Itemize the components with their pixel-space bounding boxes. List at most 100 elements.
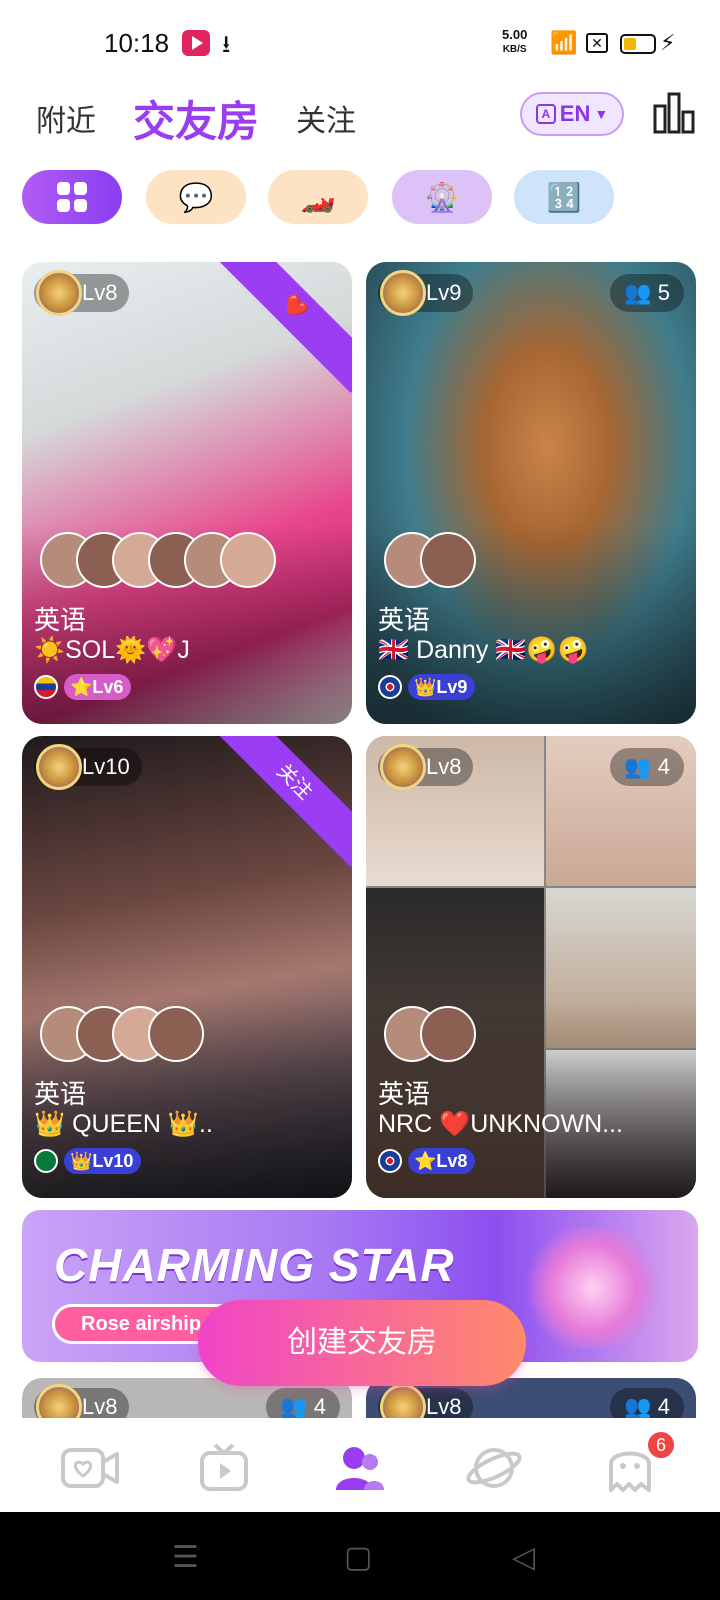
chip-racing[interactable]: 🏎️	[268, 170, 368, 224]
room-level-pill: Lv10	[34, 744, 142, 790]
tab-following[interactable]: 关注	[296, 96, 356, 140]
nav-party-rooms[interactable]	[330, 1440, 390, 1496]
host-level: ⭐Lv6	[64, 674, 132, 700]
grid-icon	[57, 182, 87, 212]
room-name: 👑 QUEEN 👑..	[34, 1110, 213, 1138]
country-flag-icon	[34, 1149, 58, 1173]
room-language: 英语	[34, 1079, 87, 1109]
banner-title: CHARMING STAR	[54, 1239, 455, 1291]
system-nav-bar: ☰ ▢ ◁	[0, 1512, 720, 1600]
avatar	[380, 1384, 426, 1418]
chip-all[interactable]	[22, 170, 122, 224]
room-level: Lv8	[426, 754, 462, 779]
room-card[interactable]: Lv9 👥 5 英语 🇬🇧 Danny 🇬🇧🤪🤪 👑Lv9	[366, 262, 696, 724]
battery-icon	[620, 34, 656, 54]
avatar	[36, 1384, 82, 1418]
video-heart-icon	[61, 1448, 119, 1488]
network-speed-value: 5.00	[502, 27, 528, 42]
room-level-pill: Lv8	[378, 744, 474, 790]
no-sim-icon: ✕	[586, 33, 608, 53]
country-flag-icon	[34, 675, 58, 699]
room-member-count: 👥 4	[266, 1388, 340, 1418]
nav-videos[interactable]	[194, 1440, 254, 1496]
tab-party-room[interactable]: 交友房	[133, 88, 259, 149]
ribbon-heart: ❤️	[209, 262, 352, 393]
heart-wings-icon: ❤️	[277, 291, 311, 325]
category-chips: 💬 🏎️ 🎡 🔢	[0, 170, 720, 226]
country-flag-icon	[378, 1149, 402, 1173]
create-room-button[interactable]: 创建交友房	[198, 1300, 526, 1386]
member-avatars	[40, 1006, 204, 1062]
avatar	[380, 270, 426, 316]
tab-nearby[interactable]: 附近	[36, 96, 96, 140]
room-member-count: 👥 4	[610, 1388, 684, 1418]
room-level: Lv8	[82, 1394, 118, 1418]
room-member-count: 👥 5	[610, 274, 684, 312]
room-level-pill: Lv8	[34, 270, 130, 316]
member-avatars	[40, 532, 276, 588]
status-time: 10:18	[104, 28, 170, 58]
language-button[interactable]: A EN ▼	[520, 92, 624, 136]
network-speed: 5.00 KB/S	[502, 27, 528, 55]
avatar	[420, 532, 476, 588]
ribbon-following: 关注	[209, 736, 352, 867]
tv-play-icon	[200, 1443, 248, 1491]
room-name: 🇬🇧 Danny 🇬🇧🤪🤪	[378, 636, 589, 664]
nav-live[interactable]	[60, 1440, 120, 1496]
member-avatars	[384, 1006, 476, 1062]
country-flag-icon	[378, 675, 402, 699]
avatar	[36, 270, 82, 316]
chip-number-game[interactable]: 🔢	[514, 170, 614, 224]
avatar	[420, 1006, 476, 1062]
room-level-pill: Lv8	[378, 1384, 474, 1418]
bottom-nav: 6	[0, 1420, 720, 1512]
translate-icon: A	[535, 104, 556, 124]
room-level: Lv9	[426, 280, 462, 305]
nav-explore[interactable]	[464, 1440, 524, 1496]
status-bar: 10:18 ⭳ 5.00 KB/S 📶 ✕ ⚡	[0, 0, 720, 90]
avatar	[380, 744, 426, 790]
host-level: ⭐Lv8	[408, 1148, 476, 1174]
top-tabs: 附近 交友房 关注 A EN ▼	[0, 86, 720, 146]
wifi-icon: 📶	[550, 30, 578, 55]
room-name: ☀️SOL🌞💖J	[34, 636, 190, 664]
room-level-pill: Lv9	[378, 270, 474, 316]
users-icon: 👥	[624, 1394, 652, 1418]
spin-wheel-icon: 🎡	[424, 181, 460, 213]
room-name: NRC ❤️UNKNOWN...	[378, 1110, 624, 1138]
network-speed-unit: KB/S	[502, 44, 527, 55]
chip-spin-wheel[interactable]: 🎡	[392, 170, 492, 224]
leaderboard-icon[interactable]	[652, 92, 696, 134]
avatar	[148, 1006, 204, 1062]
room-language: 英语	[378, 1079, 431, 1109]
chip-chat[interactable]: 💬	[146, 170, 246, 224]
host-info: ⭐Lv6	[34, 674, 132, 700]
users-icon: 👥	[624, 280, 652, 305]
airship-icon	[518, 1228, 668, 1348]
menu-icon[interactable]: ☰	[172, 1540, 199, 1575]
number-puzzle-icon: 🔢	[546, 181, 582, 213]
language-label: EN	[559, 101, 591, 126]
room-language: 英语	[378, 605, 431, 635]
home-icon[interactable]: ▢	[344, 1540, 372, 1575]
member-avatars	[384, 532, 476, 588]
users-icon: 👥	[280, 1394, 308, 1418]
chat-bubbles-icon: 💬	[178, 181, 214, 213]
room-level: Lv8	[426, 1394, 462, 1418]
download-icon: ⭳	[222, 31, 231, 58]
host-info: 👑Lv9	[378, 674, 476, 700]
room-card[interactable]: 关注 Lv10 英语 👑 QUEEN 👑.. 👑Lv10	[22, 736, 352, 1198]
planet-icon	[466, 1448, 522, 1488]
avatar	[36, 744, 82, 790]
racing-car-icon: 🏎️	[300, 181, 336, 213]
back-icon[interactable]: ◁	[512, 1540, 535, 1575]
message-unread-badge: 6	[646, 1430, 676, 1460]
room-card[interactable]: Lv8 👥 4 英语 NRC ❤️UNKNOWN... ⭐Lv8	[366, 736, 696, 1198]
room-card[interactable]: ❤️ Lv8 英语 ☀️SOL🌞💖J ⭐Lv6	[22, 262, 352, 724]
host-info: ⭐Lv8	[378, 1148, 476, 1174]
charging-icon: ⚡	[660, 30, 676, 55]
host-info: 👑Lv10	[34, 1148, 142, 1174]
room-level: Lv10	[82, 754, 130, 779]
host-level: 👑Lv9	[408, 674, 476, 700]
room-level: Lv8	[82, 280, 118, 305]
